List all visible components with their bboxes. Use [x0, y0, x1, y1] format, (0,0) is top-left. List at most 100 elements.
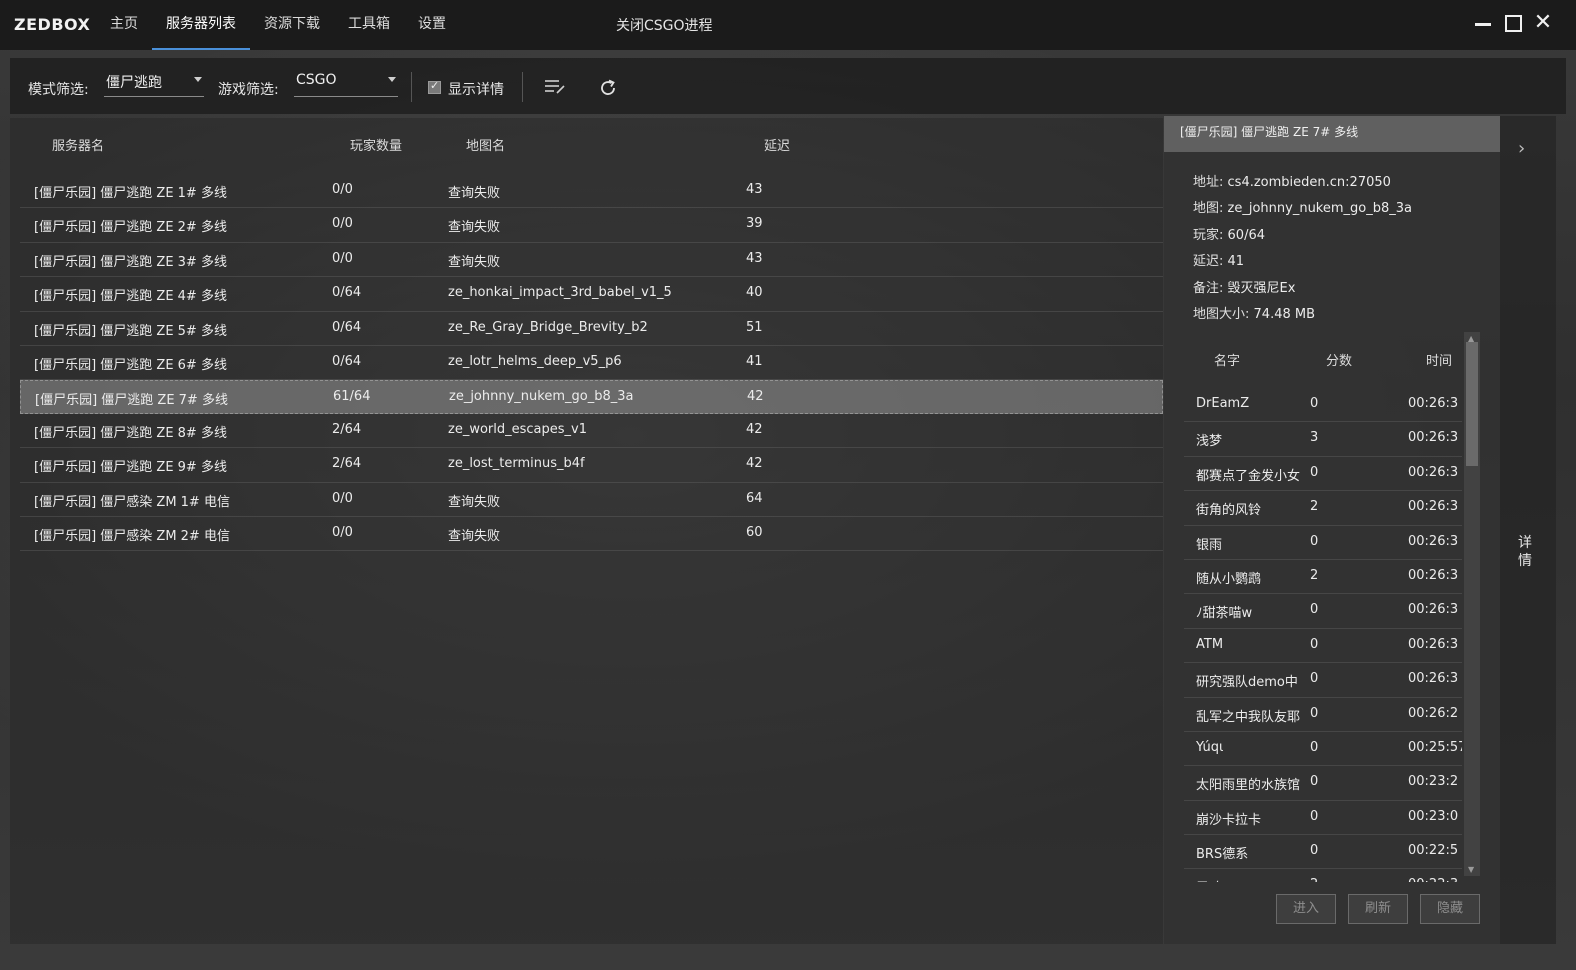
nav-item[interactable]: 资源下载 — [250, 0, 334, 50]
cell-latency: 60 — [746, 524, 763, 540]
player-list: DrEamZ 0 00:26:3 浅梦 3 00:26:3 都赛点了金发小女 0 00:26:3… — [1184, 388, 1462, 882]
title-bar: ZEDBOX 主页 服务器列表 资源下载 工具箱 设置 关闭CSGO进程 ✕ — [0, 0, 1576, 50]
enter-server-button[interactable]: 进入 — [1276, 894, 1336, 924]
refresh-icon[interactable] — [598, 78, 618, 98]
close-icon[interactable]: ✕ — [1532, 12, 1554, 34]
player-row[interactable]: BRS德系 0 00:22:5 — [1184, 835, 1462, 870]
player-name: 灵魂 — [1196, 877, 1300, 882]
player-name: Yúqι — [1196, 739, 1224, 755]
cell-players: 61/64 — [333, 389, 371, 405]
table-row[interactable]: [僵尸乐园] 僵尸逃跑 ZE 6# 多线 0/64 ze_lotr_helms_de… — [20, 346, 1163, 381]
player-row[interactable]: 研究强队demo中 0 00:26:3 — [1184, 663, 1462, 698]
player-score: 0 — [1310, 808, 1319, 824]
info-key: 地图大小: — [1193, 307, 1250, 323]
player-row[interactable]: ﾉ甜茶喵w 0 00:26:3 — [1184, 594, 1462, 629]
player-row[interactable]: 太阳雨里的水族馆 0 00:23:2 — [1184, 766, 1462, 801]
game-filter-select[interactable]: CSGO — [294, 70, 398, 97]
player-col-header-time[interactable]: 时间 — [1426, 350, 1452, 369]
table-row[interactable]: [僵尸乐园] 僵尸逃跑 ZE 4# 多线 0/64 ze_honkai_impact… — [20, 277, 1163, 312]
chevron-right-icon[interactable]: › — [1518, 138, 1525, 159]
info-key: 延迟: — [1193, 254, 1224, 270]
player-name: DrEamZ — [1196, 396, 1250, 411]
player-row[interactable]: 银雨 0 00:26:3 — [1184, 526, 1462, 560]
player-row[interactable]: 随从小鹦鹉 2 00:26:3 — [1184, 560, 1462, 595]
maximize-icon[interactable] — [1502, 12, 1524, 34]
nav-item[interactable]: 工具箱 — [334, 0, 404, 50]
player-row[interactable]: 崩沙卡拉卡 0 00:23:0 — [1184, 801, 1462, 836]
nav-item[interactable]: 设置 — [404, 0, 460, 50]
cell-map: ze_lotr_helms_deep_v5_p6 — [448, 353, 622, 369]
cell-players: 2/64 — [332, 456, 362, 472]
player-row[interactable]: Yúqι 0 00:25:57 — [1184, 732, 1462, 767]
cell-latency: 43 — [746, 250, 763, 266]
table-row[interactable]: [僵尸乐园] 僵尸感染 ZM 1# 电信 0/0 查询失败 64 — [20, 483, 1163, 517]
refresh-detail-button[interactable]: 刷新 — [1348, 894, 1408, 924]
close-csgo-process-button[interactable]: 关闭CSGO进程 — [616, 15, 713, 35]
cell-name: [僵尸乐园] 僵尸逃跑 ZE 2# 多线 — [34, 220, 227, 236]
player-name: ﾉ甜茶喵w — [1196, 606, 1253, 622]
player-score: 2 — [1310, 499, 1319, 515]
minimize-icon[interactable] — [1473, 12, 1495, 34]
hide-detail-button[interactable]: 隐藏 — [1420, 894, 1480, 924]
table-row[interactable]: [僵尸乐园] 僵尸逃跑 ZE 1# 多线 0/0 查询失败 43 — [20, 174, 1163, 209]
player-score: 0 — [1310, 464, 1319, 480]
cell-map: 查询失败 — [448, 220, 501, 236]
player-time: 00:22:3 — [1408, 877, 1462, 882]
info-value: 毁灭强尼Ex — [1227, 280, 1296, 296]
table-row[interactable]: [僵尸乐园] 僵尸逃跑 ZE 9# 多线 2/64 ze_lost_terminus… — [20, 448, 1163, 483]
player-row[interactable]: 灵魂 2 00:22:3 — [1184, 869, 1462, 882]
toolbar-divider — [411, 72, 412, 102]
table-row[interactable]: [僵尸乐园] 僵尸逃跑 ZE 5# 多线 0/64 ze_Re_Gray_Bridg… — [20, 312, 1163, 346]
col-header-latency[interactable]: 延迟 — [764, 135, 790, 154]
cell-players: 0/0 — [332, 182, 353, 197]
player-time: 00:26:3 — [1408, 499, 1459, 515]
info-line: 地址: cs4.zombieden.cn:27050 — [1193, 170, 1412, 196]
detail-side-tab: › 详情 — [1500, 116, 1556, 944]
scroll-down-icon[interactable]: ▼ — [1468, 865, 1474, 874]
show-details-checkbox[interactable] — [428, 79, 441, 94]
player-list-scrollbar[interactable]: ▲ ▼ — [1464, 332, 1480, 876]
player-col-header-name[interactable]: 名字 — [1214, 350, 1240, 369]
col-header-map[interactable]: 地图名 — [466, 135, 505, 154]
player-col-header-score[interactable]: 分数 — [1326, 350, 1352, 369]
player-name: 研究强队demo中 — [1196, 675, 1298, 691]
cell-players: 0/64 — [332, 353, 362, 369]
list-filter-icon[interactable] — [544, 78, 566, 96]
cell-latency: 43 — [746, 182, 763, 197]
player-row[interactable]: 乱军之中我队友耶 0 00:26:2 — [1184, 698, 1462, 732]
cell-map: ze_johnny_nukem_go_b8_3a — [449, 389, 634, 405]
main-nav: 主页 服务器列表 资源下载 工具箱 设置 — [96, 0, 460, 50]
nav-item[interactable]: 服务器列表 — [152, 0, 250, 50]
player-score: 0 — [1310, 705, 1319, 721]
filter-toolbar: 模式筛选: 僵尸逃跑 游戏筛选: CSGO 显示详情 — [10, 58, 1566, 114]
cell-players: 0/0 — [332, 524, 353, 540]
show-details-label[interactable]: 显示详情 — [448, 79, 504, 99]
player-time: 00:26:3 — [1408, 396, 1459, 411]
detail-toggle-tab[interactable]: 详情 — [1518, 534, 1538, 570]
cell-map: 查询失败 — [448, 494, 501, 510]
player-score: 3 — [1310, 430, 1319, 446]
player-time: 00:23:0 — [1408, 808, 1459, 824]
player-row[interactable]: ATM 0 00:26:3 — [1184, 629, 1462, 664]
cell-map: 查询失败 — [448, 528, 501, 544]
cell-map: 查询失败 — [448, 186, 501, 201]
mode-filter-label: 模式筛选: — [28, 82, 89, 98]
table-row[interactable]: [僵尸乐园] 僵尸逃跑 ZE 3# 多线 0/0 查询失败 43 — [20, 243, 1163, 278]
col-header-server-name[interactable]: 服务器名 — [52, 135, 104, 154]
cell-map: 查询失败 — [448, 254, 501, 270]
table-row[interactable]: [僵尸乐园] 僵尸逃跑 ZE 8# 多线 2/64 ze_world_escapes… — [20, 414, 1163, 449]
col-header-players[interactable]: 玩家数量 — [350, 135, 402, 154]
table-row[interactable]: [僵尸乐园] 僵尸感染 ZM 2# 电信 0/0 查询失败 60 — [20, 517, 1163, 552]
player-row[interactable]: DrEamZ 0 00:26:3 — [1184, 388, 1462, 423]
nav-item[interactable]: 主页 — [96, 0, 152, 50]
scrollbar-thumb[interactable] — [1466, 342, 1478, 466]
table-row[interactable]: [僵尸乐园] 僵尸逃跑 ZE 7# 多线 61/64 ze_johnny_nukem… — [20, 380, 1163, 414]
player-row[interactable]: 都赛点了金发小女 0 00:26:3 — [1184, 457, 1462, 492]
player-row[interactable]: 浅梦 3 00:26:3 — [1184, 422, 1462, 457]
player-time: 00:26:3 — [1408, 636, 1459, 652]
game-filter-label: 游戏筛选: — [218, 82, 279, 98]
cell-name: [僵尸乐园] 僵尸逃跑 ZE 4# 多线 — [34, 289, 227, 305]
player-row[interactable]: 街角的风铃 2 00:26:3 — [1184, 491, 1462, 526]
mode-filter-select[interactable]: 僵尸逃跑 — [104, 70, 204, 97]
table-row[interactable]: [僵尸乐园] 僵尸逃跑 ZE 2# 多线 0/0 查询失败 39 — [20, 208, 1163, 243]
